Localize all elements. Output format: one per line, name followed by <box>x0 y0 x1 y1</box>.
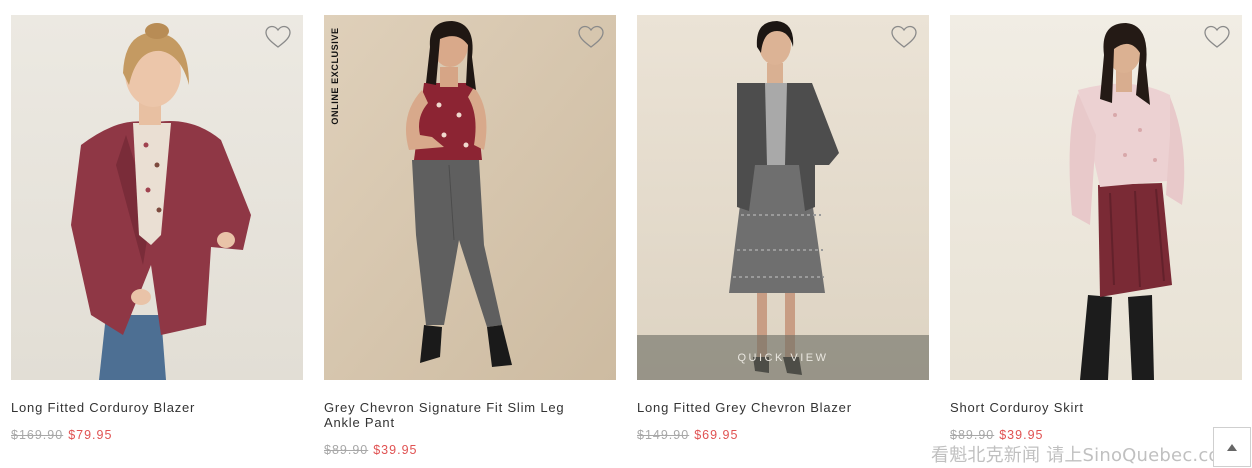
product-card: QUICK VIEW Long Fitted Grey Chevron Blaz… <box>637 15 929 442</box>
product-title[interactable]: Long Fitted Corduroy Blazer <box>11 400 281 415</box>
wishlist-heart-icon[interactable] <box>578 25 604 49</box>
original-price: $89.90 <box>950 428 995 442</box>
quick-view-button[interactable]: QUICK VIEW <box>637 335 929 380</box>
sale-price: $39.95 <box>999 428 1044 442</box>
sale-price: $39.95 <box>373 443 418 457</box>
product-image[interactable] <box>950 15 1242 380</box>
product-card: ONLINE EXCLUSIVE Grey Chevron Signature … <box>324 15 616 457</box>
online-exclusive-badge: ONLINE EXCLUSIVE <box>326 21 344 131</box>
sale-price: $69.95 <box>694 428 739 442</box>
sale-price: $79.95 <box>68 428 113 442</box>
product-title[interactable]: Grey Chevron Signature Fit Slim Leg Ankl… <box>324 400 594 430</box>
original-price: $89.90 <box>324 443 369 457</box>
watermark-text: 看魁北克新闻 请上SinoQuebec.com <box>931 445 1238 466</box>
product-image[interactable] <box>11 15 303 380</box>
product-title[interactable]: Short Corduroy Skirt <box>950 400 1220 415</box>
product-price: $149.90 $69.95 <box>637 428 929 442</box>
wishlist-heart-icon[interactable] <box>891 25 917 49</box>
product-title[interactable]: Long Fitted Grey Chevron Blazer <box>637 400 907 415</box>
original-price: $169.90 <box>11 428 64 442</box>
product-price: $169.90 $79.95 <box>11 428 303 442</box>
product-photo <box>11 15 303 380</box>
product-price: $89.90 $39.95 <box>324 443 616 457</box>
product-card: Short Corduroy Skirt $89.90 $39.95 <box>950 15 1242 442</box>
product-photo <box>324 15 616 380</box>
product-grid: Long Fitted Corduroy Blazer $169.90 $79.9… <box>11 15 1242 465</box>
product-price: $89.90 $39.95 <box>950 428 1242 442</box>
product-card: Long Fitted Corduroy Blazer $169.90 $79.9… <box>11 15 303 442</box>
product-photo <box>950 15 1242 380</box>
arrow-up-icon <box>1227 444 1237 451</box>
product-image[interactable]: ONLINE EXCLUSIVE <box>324 15 616 380</box>
badge-label: ONLINE EXCLUSIVE <box>330 27 340 125</box>
wishlist-heart-icon[interactable] <box>265 25 291 49</box>
back-to-top-button[interactable] <box>1213 427 1251 467</box>
original-price: $149.90 <box>637 428 690 442</box>
product-photo <box>637 15 929 380</box>
product-image[interactable]: QUICK VIEW <box>637 15 929 380</box>
wishlist-heart-icon[interactable] <box>1204 25 1230 49</box>
